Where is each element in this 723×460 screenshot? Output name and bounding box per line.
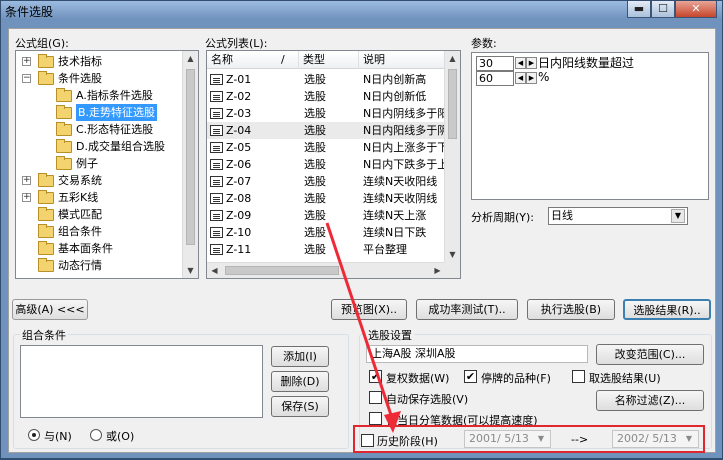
annotation-arrow (325, 222, 401, 433)
arrow-shaft (325, 222, 395, 422)
arrow-head-icon (384, 411, 401, 433)
dialog-window: 条件选股 ▬ ☐ ✕ 公式组(G): + 技术指标 − 条件选股 A.指标条件选股 B.走… (0, 0, 723, 459)
